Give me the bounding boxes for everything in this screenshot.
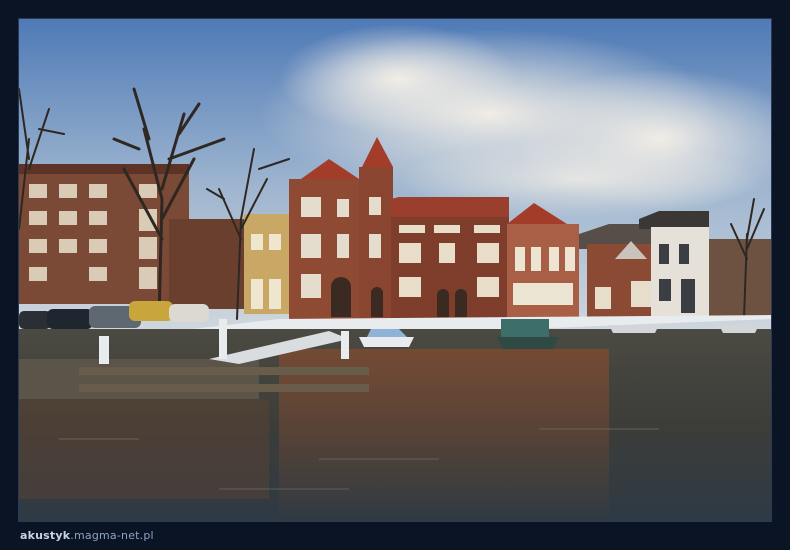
- canal-photo: [19, 19, 771, 521]
- quay-wall: [19, 359, 259, 399]
- middle-row-houses: [391, 197, 579, 319]
- watermark-domain: .magma-net.pl: [70, 529, 154, 542]
- photo-frame: [18, 18, 772, 522]
- watermark-name: akustyk: [20, 529, 71, 542]
- photographer-watermark: akustyk.magma-net.pl: [20, 529, 154, 542]
